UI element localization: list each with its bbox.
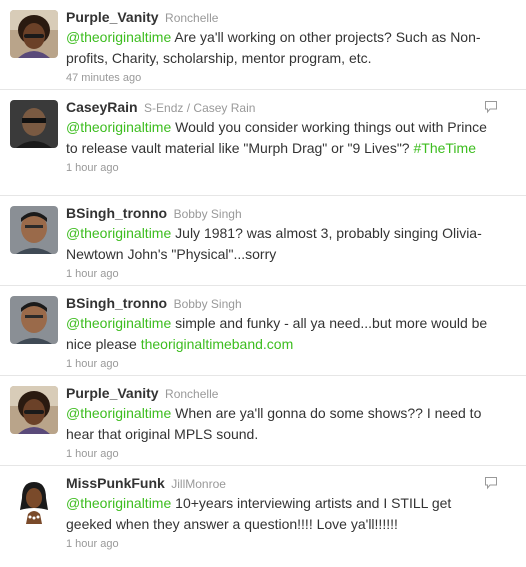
tweet-item: Purple_Vanity Ronchelle @theoriginaltime… — [0, 0, 526, 90]
screen-name-link[interactable]: BSingh_tronno — [66, 205, 167, 221]
full-name: Ronchelle — [165, 387, 219, 401]
full-name: JillMonroe — [171, 477, 226, 491]
tweet-item: MissPunkFunk JillMonroe @theoriginaltime… — [0, 466, 526, 556]
full-name: Bobby Singh — [173, 207, 242, 221]
tweet-header: Purple_Vanity Ronchelle — [66, 8, 498, 26]
url-link[interactable]: theoriginaltimeband.com — [141, 336, 294, 352]
timestamp-link[interactable]: 47 minutes ago — [66, 71, 498, 85]
woman-avatar-icon[interactable] — [10, 10, 58, 58]
mention-link[interactable]: @theoriginaltime — [66, 119, 171, 135]
timestamp-link[interactable]: 1 hour ago — [66, 447, 498, 461]
mention-link[interactable]: @theoriginaltime — [66, 225, 171, 241]
tweet-text: @theoriginaltime Are ya'll working on ot… — [66, 27, 498, 69]
full-name: Bobby Singh — [173, 297, 242, 311]
tweet-content: CaseyRain S-Endz / Casey Rain @theorigin… — [66, 98, 498, 175]
tweet-header: MissPunkFunk JillMonroe — [66, 474, 498, 492]
mention-link[interactable]: @theoriginaltime — [66, 315, 171, 331]
tweet-header: CaseyRain S-Endz / Casey Rain — [66, 98, 498, 116]
tweet-content: BSingh_tronno Bobby Singh @theoriginalti… — [66, 294, 498, 371]
tweet-text: @theoriginaltime 10+years interviewing a… — [66, 493, 498, 535]
mention-link[interactable]: @theoriginaltime — [66, 29, 171, 45]
mention-link[interactable]: @theoriginaltime — [66, 495, 171, 511]
tweet-item: BSingh_tronno Bobby Singh @theoriginalti… — [0, 286, 526, 376]
screen-name-link[interactable]: BSingh_tronno — [66, 295, 167, 311]
tweet-content: Purple_Vanity Ronchelle @theoriginaltime… — [66, 384, 498, 461]
screen-name-link[interactable]: Purple_Vanity — [66, 9, 159, 25]
tweet-content: MissPunkFunk JillMonroe @theoriginaltime… — [66, 474, 498, 551]
speech-bubble-icon[interactable] — [484, 100, 498, 114]
timestamp-link[interactable]: 1 hour ago — [66, 161, 498, 175]
mention-link[interactable]: @theoriginaltime — [66, 405, 171, 421]
screen-name-link[interactable]: Purple_Vanity — [66, 385, 159, 401]
tweet-header: BSingh_tronno Bobby Singh — [66, 294, 498, 312]
screen-name-link[interactable]: CaseyRain — [66, 99, 138, 115]
cartoon-woman-avatar-icon[interactable] — [10, 476, 58, 524]
full-name: S-Endz / Casey Rain — [144, 101, 256, 115]
tweet-text: @theoriginaltime Would you consider work… — [66, 117, 498, 159]
hashtag-link[interactable]: #TheTime — [413, 140, 476, 156]
timestamp-link[interactable]: 1 hour ago — [66, 267, 498, 281]
tweet-text: @theoriginaltime When are ya'll gonna do… — [66, 403, 498, 445]
tweet-item: Purple_Vanity Ronchelle @theoriginaltime… — [0, 376, 526, 466]
tweet-text: @theoriginaltime simple and funky - all … — [66, 313, 498, 355]
timestamp-link[interactable]: 1 hour ago — [66, 537, 498, 551]
screen-name-link[interactable]: MissPunkFunk — [66, 475, 165, 491]
timestamp-link[interactable]: 1 hour ago — [66, 357, 498, 371]
tweet-timeline: Purple_Vanity Ronchelle @theoriginaltime… — [0, 0, 526, 556]
tweet-content: Purple_Vanity Ronchelle @theoriginaltime… — [66, 8, 498, 85]
speech-bubble-icon[interactable] — [484, 476, 498, 490]
woman-avatar-icon[interactable] — [10, 386, 58, 434]
tweet-content: BSingh_tronno Bobby Singh @theoriginalti… — [66, 204, 498, 281]
man-avatar-icon[interactable] — [10, 100, 58, 148]
tweet-item: BSingh_tronno Bobby Singh @theoriginalti… — [0, 196, 526, 286]
man-avatar-icon[interactable] — [10, 206, 58, 254]
tweet-header: Purple_Vanity Ronchelle — [66, 384, 498, 402]
tweet-header: BSingh_tronno Bobby Singh — [66, 204, 498, 222]
full-name: Ronchelle — [165, 11, 219, 25]
tweet-item: CaseyRain S-Endz / Casey Rain @theorigin… — [0, 90, 526, 196]
tweet-text: @theoriginaltime July 1981? was almost 3… — [66, 223, 498, 265]
man-avatar-icon[interactable] — [10, 296, 58, 344]
